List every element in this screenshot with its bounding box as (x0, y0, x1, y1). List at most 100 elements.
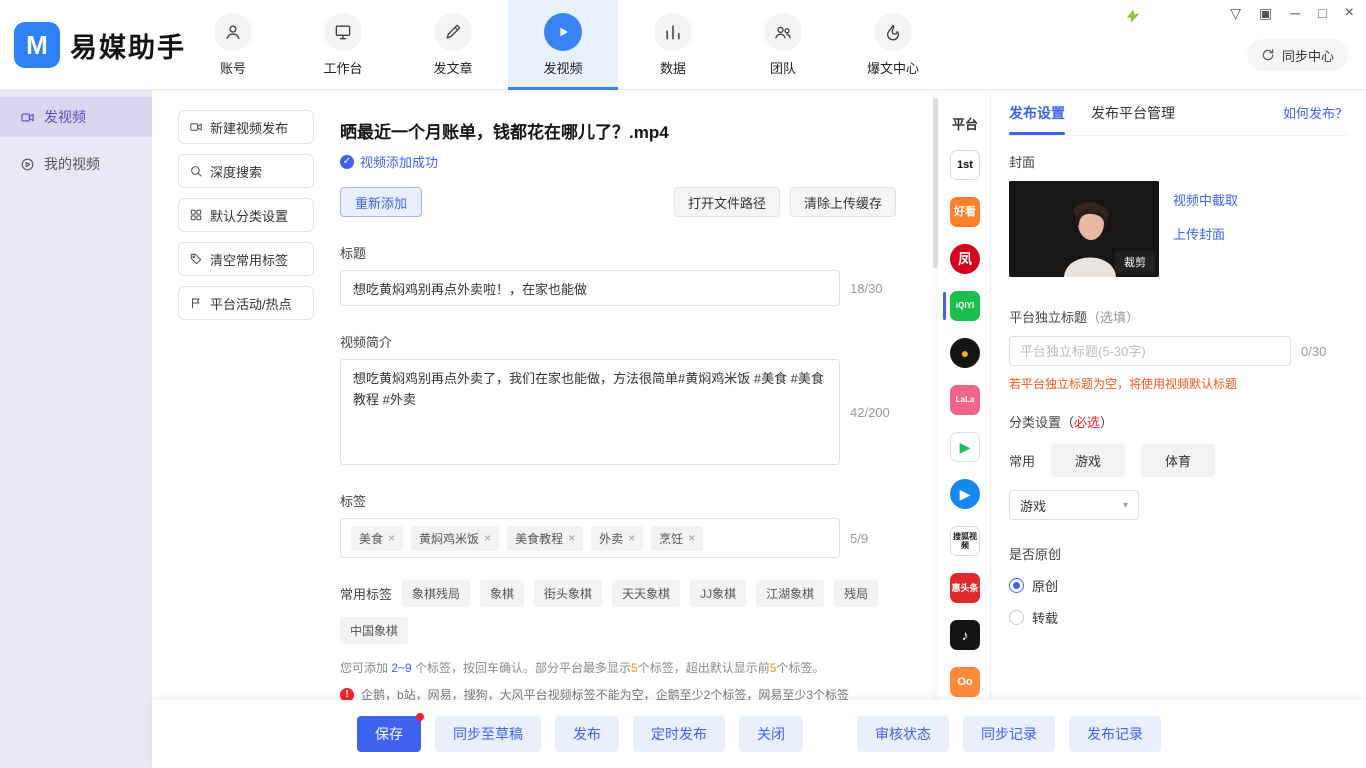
platform-douyin-icon[interactable]: ♪ (950, 620, 980, 650)
how-to-publish-link[interactable]: 如何发布？ (1283, 103, 1348, 122)
remove-tag-icon[interactable]: × (388, 531, 395, 545)
tray-status-icon (1125, 8, 1141, 24)
cover-thumbnail[interactable]: 裁剪 (1009, 181, 1159, 277)
platform-huitoutiao-icon[interactable]: 惠头条 (950, 573, 980, 603)
app-name: 易媒助手 (70, 26, 186, 65)
radio-repost[interactable]: 转载 (1009, 608, 1348, 627)
platform-partial-icon[interactable]: Oo (950, 667, 980, 697)
scrollbar-track (932, 90, 939, 700)
platform-green-play-icon[interactable]: ▶ (950, 432, 980, 462)
clear-common-tags-button[interactable]: 清空常用标签 (178, 242, 314, 276)
default-category-settings-button[interactable]: 默认分类设置 (178, 198, 314, 232)
scheduled-publish-button[interactable]: 定时发布 (633, 716, 725, 752)
nav-item-data[interactable]: 数据 (618, 0, 728, 90)
app-logo-icon: M (14, 22, 60, 68)
common-tag[interactable]: 江湖象棋 (756, 580, 824, 607)
window-controls: ▽ ▣ ─ □ × (1230, 5, 1354, 21)
tag-chip[interactable]: 外卖× (591, 526, 643, 551)
platform-column: 平台 1st 好看 凤 iQIYI ● LaLa ▶ ▶ 搜狐视频 惠头条 ♪ … (940, 90, 990, 700)
common-tag[interactable]: 天天象棋 (612, 580, 680, 607)
sync-records-button[interactable]: 同步记录 (963, 716, 1055, 752)
tab-platform-management[interactable]: 发布平台管理 (1091, 90, 1175, 135)
remove-tag-icon[interactable]: × (688, 531, 695, 545)
remove-tag-icon[interactable]: × (628, 531, 635, 545)
minimize-button[interactable]: ─ (1290, 6, 1300, 20)
radio-button-icon[interactable] (1009, 610, 1024, 625)
description-textarea[interactable]: 想吃黄焖鸡别再点外卖了，我们在家也能做，方法很简单#黄焖鸡米饭 #美食 #美食教… (340, 359, 840, 465)
nav-item-publish-article[interactable]: 发文章 (398, 0, 508, 90)
platform-title-input[interactable] (1009, 336, 1291, 366)
sync-to-draft-button[interactable]: 同步至草稿 (435, 716, 541, 752)
video-publish-form: 晒最近一个月账单，钱都花在哪儿了？.mp4 ✓ 视频添加成功 重新添加 打开文件… (340, 90, 896, 700)
tag-chip[interactable]: 烹饪× (651, 526, 703, 551)
tag-chip[interactable]: 美食× (351, 526, 403, 551)
platform-item: 搜狐视频 (940, 526, 990, 556)
close-button[interactable]: × (1345, 5, 1354, 21)
platform-item: 凤 (940, 244, 990, 274)
platform-lala-icon[interactable]: LaLa (950, 385, 980, 415)
nav-item-team[interactable]: 团队 (728, 0, 838, 90)
maximize-button[interactable]: □ (1318, 6, 1326, 20)
review-status-button[interactable]: 审核状态 (857, 716, 949, 752)
platform-item: ▶ (940, 479, 990, 509)
platform-ifeng-icon[interactable]: 凤 (950, 244, 980, 274)
readd-video-button[interactable]: 重新添加 (340, 187, 422, 217)
save-button[interactable]: 保存 (357, 716, 421, 752)
platform-iqiyi-icon[interactable]: iQIYI (950, 291, 980, 321)
filter-icon[interactable]: ▽ (1230, 6, 1241, 20)
platform-activity-button[interactable]: 平台活动/热点 (178, 286, 314, 320)
deep-search-button[interactable]: 深度搜索 (178, 154, 314, 188)
capture-from-video-link[interactable]: 视频中截取 (1173, 190, 1238, 209)
panel-tabs: 发布设置 发布平台管理 如何发布？ (1009, 90, 1348, 136)
common-tag[interactable]: 象棋残局 (402, 580, 470, 607)
common-tag[interactable]: 残局 (834, 580, 878, 607)
remove-tag-icon[interactable]: × (484, 531, 491, 545)
common-tag[interactable]: 中国象棋 (340, 617, 408, 644)
flame-icon (874, 13, 912, 51)
theme-icon[interactable]: ▣ (1259, 6, 1272, 20)
chevron-down-icon: ▾ (1123, 500, 1128, 511)
upload-cover-link[interactable]: 上传封面 (1173, 224, 1238, 243)
title-input[interactable] (340, 270, 840, 306)
unsaved-badge (416, 713, 424, 721)
platform-sohu-video-icon[interactable]: 搜狐视频 (950, 526, 980, 556)
new-video-publish-button[interactable]: 新建视频发布 (178, 110, 314, 144)
cover-label: 封面 (1009, 152, 1348, 171)
open-file-path-button[interactable]: 打开文件路径 (674, 187, 780, 217)
common-tag[interactable]: 街头象棋 (534, 580, 602, 607)
sync-center-button[interactable]: 同步中心 (1247, 39, 1348, 71)
crop-button[interactable]: 裁剪 (1115, 251, 1155, 273)
category-select[interactable]: 游戏 ▾ (1009, 490, 1139, 520)
platform-blue-play-icon[interactable]: ▶ (950, 479, 980, 509)
tag-chip[interactable]: 美食教程× (507, 526, 583, 551)
category-quick-game[interactable]: 游戏 (1051, 444, 1125, 477)
nav-item-workbench[interactable]: 工作台 (288, 0, 398, 90)
tag-chip[interactable]: 黄焖鸡米饭× (411, 526, 499, 551)
platform-dayu-icon[interactable]: ● (950, 338, 980, 368)
scrollbar-thumb[interactable] (933, 98, 938, 268)
sidebar-item-my-videos[interactable]: 我的视频 (0, 144, 152, 184)
tags-input[interactable]: 美食× 黄焖鸡米饭× 美食教程× 外卖× 烹饪× (340, 518, 840, 558)
close-form-button[interactable]: 关闭 (739, 716, 803, 752)
nav-item-account[interactable]: 账号 (178, 0, 288, 90)
common-tag[interactable]: 象棋 (480, 580, 524, 607)
title-counter: 18/30 (850, 281, 896, 296)
nav-item-hot-center[interactable]: 爆文中心 (838, 0, 948, 90)
nav-item-publish-video[interactable]: 发视频 (508, 0, 618, 90)
category-common-label: 常用 (1009, 451, 1035, 470)
publish-button[interactable]: 发布 (555, 716, 619, 752)
publish-records-button[interactable]: 发布记录 (1069, 716, 1161, 752)
clear-upload-cache-button[interactable]: 清除上传缓存 (790, 187, 896, 217)
platform-haokan-icon[interactable]: 好看 (950, 197, 980, 227)
platform-item: Oo (940, 667, 990, 697)
common-tag[interactable]: JJ象棋 (690, 580, 746, 607)
sidebar-item-publish-video[interactable]: 发视频 (0, 97, 152, 137)
radio-button-icon[interactable] (1009, 578, 1024, 593)
tab-publish-settings[interactable]: 发布设置 (1009, 90, 1065, 135)
category-quick-sports[interactable]: 体育 (1141, 444, 1215, 477)
megaphone-icon (20, 110, 35, 125)
platform-1st-icon[interactable]: 1st (950, 150, 980, 180)
radio-original[interactable]: 原创 (1009, 576, 1348, 595)
remove-tag-icon[interactable]: × (568, 531, 575, 545)
grid-icon (189, 208, 203, 222)
